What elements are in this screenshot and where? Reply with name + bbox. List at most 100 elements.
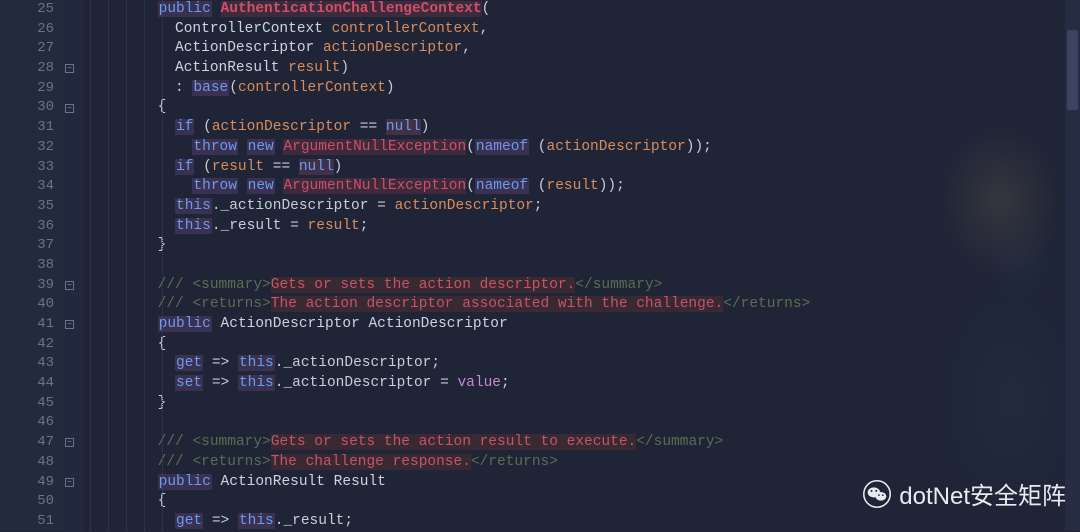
code-line[interactable]: }: [88, 236, 1080, 256]
code-token: {: [88, 99, 166, 115]
code-line[interactable]: throw new ArgumentNullException(nameof (…: [88, 138, 1080, 158]
code-token: this: [238, 513, 275, 529]
code-line[interactable]: throw new ArgumentNullException(nameof (…: [88, 177, 1080, 197]
code-token: [212, 474, 221, 490]
code-line[interactable]: /// <summary>Gets or sets the action des…: [88, 276, 1080, 296]
line-number: 40: [0, 295, 54, 315]
code-token: ;: [534, 198, 543, 214]
code-token: ==: [351, 119, 386, 135]
code-line[interactable]: : base(controllerContext): [88, 79, 1080, 99]
code-line[interactable]: {: [88, 335, 1080, 355]
fold-toggle-icon[interactable]: −: [65, 438, 74, 447]
code-line[interactable]: [88, 413, 1080, 433]
code-editor: 2526272829303132333435363738394041424344…: [0, 0, 1080, 531]
code-token: {: [88, 336, 166, 352]
line-number: 32: [0, 138, 54, 158]
code-token: [88, 454, 158, 470]
code-line[interactable]: get => this._actionDescriptor;: [88, 354, 1080, 374]
code-token: throw: [192, 139, 238, 155]
code-token: if: [175, 119, 194, 135]
code-token: get: [175, 355, 203, 371]
code-token: ///: [158, 434, 184, 450]
code-token: The action descriptor associated with th…: [271, 296, 723, 312]
code-token: [88, 414, 97, 430]
code-token: :: [88, 80, 192, 96]
code-token: ._result =: [212, 218, 308, 234]
code-line[interactable]: public AuthenticationChallengeContext(: [88, 0, 1080, 20]
code-line[interactable]: public ActionResult Result: [88, 473, 1080, 493]
code-line[interactable]: {: [88, 492, 1080, 512]
fold-toggle-icon[interactable]: −: [65, 320, 74, 329]
line-number: 44: [0, 374, 54, 394]
scrollbar-thumb[interactable]: [1067, 30, 1078, 110]
code-line[interactable]: ControllerContext controllerContext,: [88, 20, 1080, 40]
line-number: 31: [0, 118, 54, 138]
code-token: controllerContext: [238, 80, 386, 96]
code-token: ArgumentNullException: [283, 139, 466, 155]
code-token: [88, 277, 158, 293]
code-token: result: [288, 60, 340, 76]
code-line[interactable]: set => this._actionDescriptor = value;: [88, 374, 1080, 394]
code-token: [88, 296, 158, 312]
code-token: ): [340, 60, 349, 76]
fold-toggle-icon[interactable]: −: [65, 104, 74, 113]
code-token: actionDescriptor: [323, 40, 462, 56]
line-number: 46: [0, 413, 54, 433]
code-token: ==: [264, 159, 299, 175]
code-token: public: [158, 316, 212, 332]
code-token: The challenge response.: [271, 454, 471, 470]
code-area[interactable]: public AuthenticationChallengeContext( C…: [84, 0, 1080, 531]
fold-column[interactable]: − − − − − −: [62, 0, 84, 531]
code-token: this: [238, 355, 275, 371]
code-token: [88, 434, 158, 450]
code-line[interactable]: if (actionDescriptor == null): [88, 118, 1080, 138]
code-line[interactable]: public ActionDescriptor ActionDescriptor: [88, 315, 1080, 335]
code-token: =>: [203, 355, 238, 371]
line-number: 50: [0, 492, 54, 512]
code-line[interactable]: [88, 256, 1080, 276]
code-line[interactable]: /// <returns>The challenge response.</re…: [88, 453, 1080, 473]
fold-toggle-icon[interactable]: −: [65, 478, 74, 487]
code-token: ActionResult: [175, 60, 288, 76]
code-token: [88, 375, 175, 391]
code-token: (: [466, 139, 475, 155]
line-number: 33: [0, 158, 54, 178]
line-number: 49: [0, 473, 54, 493]
code-line[interactable]: {: [88, 98, 1080, 118]
code-token: new: [247, 178, 275, 194]
code-line[interactable]: this._actionDescriptor = actionDescripto…: [88, 197, 1080, 217]
line-number: 51: [0, 512, 54, 532]
code-line[interactable]: if (result == null): [88, 158, 1080, 178]
code-token: AuthenticationChallengeContext: [221, 1, 482, 17]
code-token: <returns>: [192, 296, 270, 312]
code-line[interactable]: /// <returns>The action descriptor assoc…: [88, 295, 1080, 315]
code-token: ));: [599, 178, 625, 194]
code-token: new: [247, 139, 275, 155]
line-number: 38: [0, 256, 54, 276]
code-token: ActionDescriptor ActionDescriptor: [221, 316, 508, 332]
code-token: (: [194, 159, 211, 175]
code-line[interactable]: /// <summary>Gets or sets the action res…: [88, 433, 1080, 453]
code-token: }: [88, 395, 166, 411]
code-token: throw: [192, 178, 238, 194]
vertical-scrollbar[interactable]: [1065, 0, 1080, 531]
code-line[interactable]: }: [88, 394, 1080, 414]
code-token: [88, 513, 175, 529]
code-line[interactable]: get => this._result;: [88, 512, 1080, 532]
code-token: ///: [158, 454, 184, 470]
line-number: 45: [0, 394, 54, 414]
code-token: result: [212, 159, 264, 175]
line-number: 42: [0, 335, 54, 355]
code-line[interactable]: this._result = result;: [88, 217, 1080, 237]
code-token: [88, 257, 97, 273]
code-token: [88, 21, 175, 37]
code-token: ._result;: [275, 513, 353, 529]
fold-toggle-icon[interactable]: −: [65, 281, 74, 290]
code-line[interactable]: ActionDescriptor actionDescriptor,: [88, 39, 1080, 59]
fold-toggle-icon[interactable]: −: [65, 64, 74, 73]
code-token: [212, 316, 221, 332]
line-number-gutter: 2526272829303132333435363738394041424344…: [0, 0, 62, 531]
code-token: [88, 119, 175, 135]
code-token: [88, 1, 158, 17]
code-line[interactable]: ActionResult result): [88, 59, 1080, 79]
